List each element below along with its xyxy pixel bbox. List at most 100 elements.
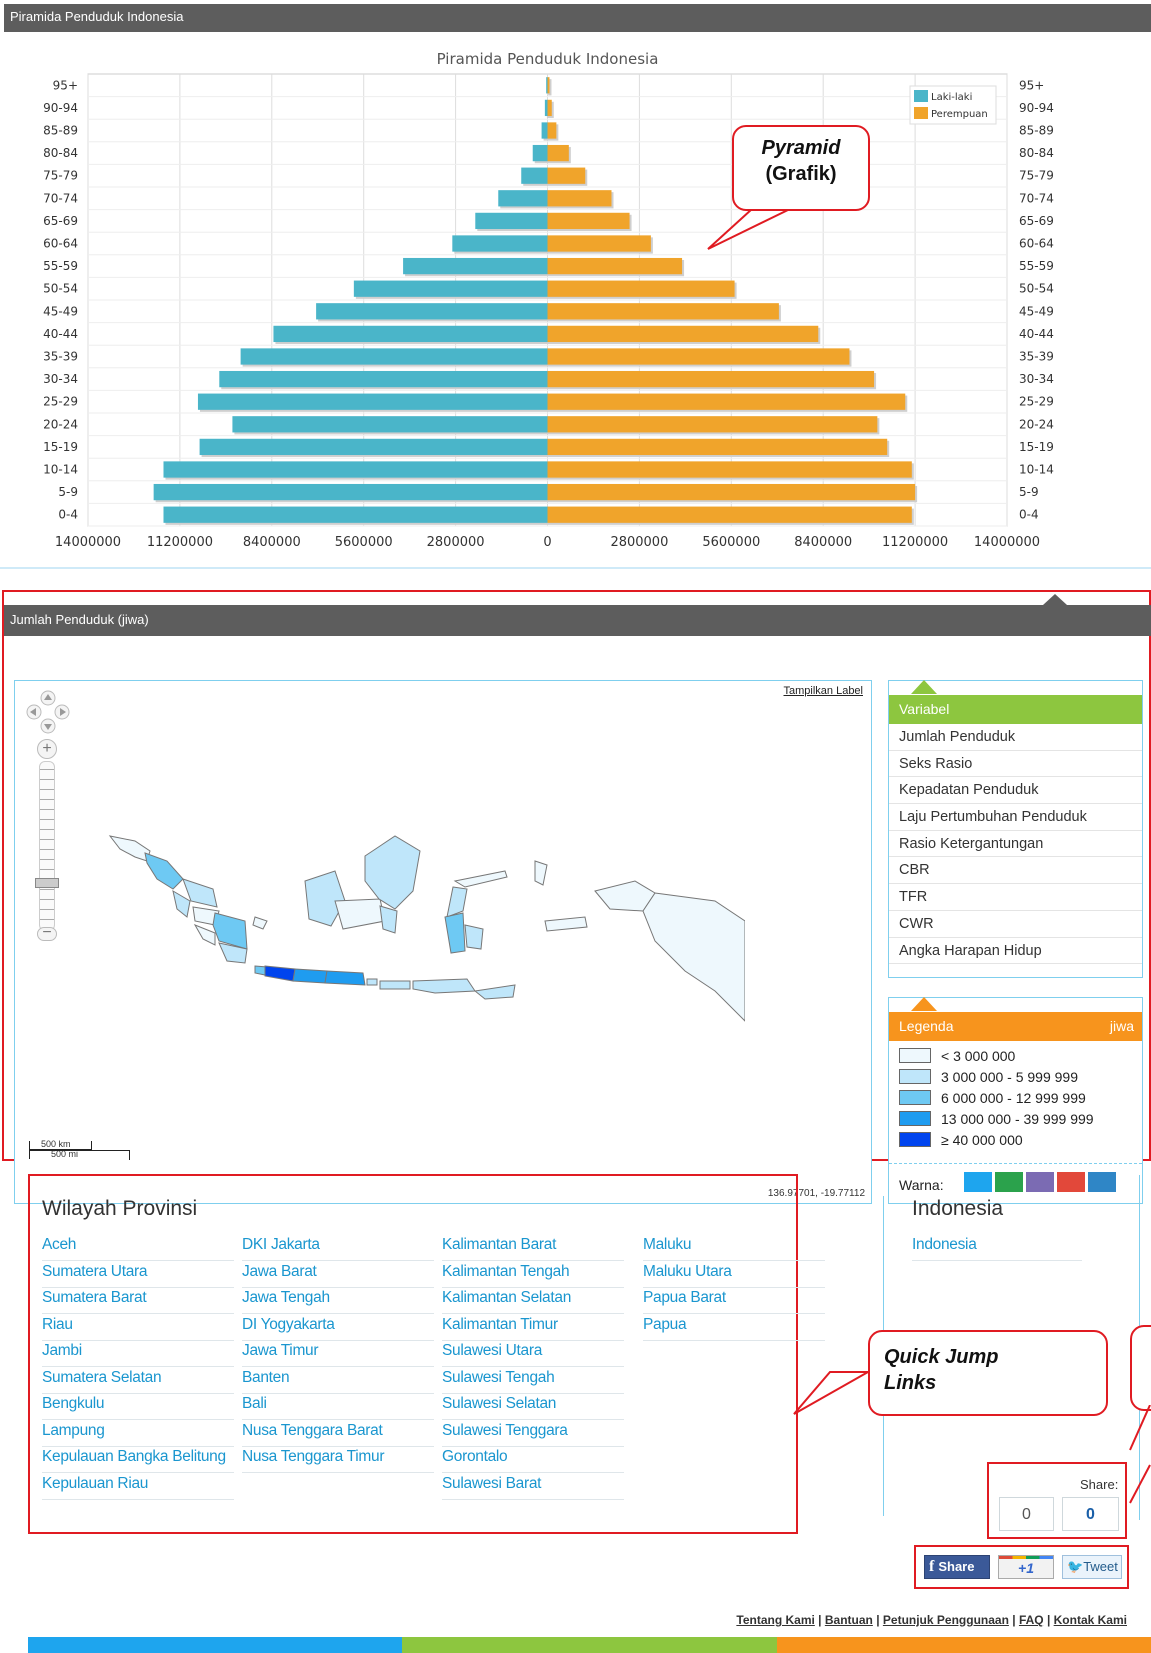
pyramid-callout: Pyramid (Grafik) bbox=[732, 125, 870, 211]
x-tick-label: 11200000 bbox=[882, 535, 948, 550]
province-link[interactable]: Gorontalo bbox=[442, 1445, 624, 1473]
variabel-item[interactable]: CWR bbox=[889, 911, 1142, 938]
color-scheme-swatch[interactable] bbox=[1087, 1172, 1116, 1192]
province-link[interactable]: Kalimantan Timur bbox=[442, 1313, 624, 1341]
bar-laki-laki bbox=[197, 393, 548, 410]
province-link[interactable]: Sulawesi Tenggara bbox=[442, 1419, 624, 1447]
variabel-item[interactable]: CBR bbox=[889, 857, 1142, 885]
region-sulawesi-utara bbox=[453, 870, 508, 888]
province-link[interactable]: Kalimantan Selatan bbox=[442, 1286, 624, 1314]
province-link[interactable]: Bali bbox=[242, 1392, 434, 1420]
region-sulawesi-selatan bbox=[444, 912, 466, 954]
map-viewport[interactable]: + − Tampilkan Label 500 km 500 mi 136.97… bbox=[14, 680, 872, 1204]
province-link[interactable]: Kepulauan Riau bbox=[42, 1472, 234, 1500]
facebook-share-button[interactable]: f Share bbox=[924, 1555, 990, 1579]
province-link[interactable]: DKI Jakarta bbox=[242, 1233, 434, 1261]
province-link[interactable]: Sumatera Barat bbox=[42, 1286, 234, 1314]
zoom-in-button[interactable]: + bbox=[37, 739, 57, 759]
show-labels-link[interactable]: Tampilkan Label bbox=[784, 685, 864, 697]
province-link[interactable]: Lampung bbox=[42, 1419, 234, 1447]
variabel-item[interactable]: Seks Rasio bbox=[889, 751, 1142, 778]
footer-link[interactable]: Kontak Kami bbox=[1054, 1613, 1127, 1627]
province-link[interactable]: Sulawesi Selatan bbox=[442, 1392, 624, 1420]
province-link[interactable]: Kalimantan Barat bbox=[442, 1233, 624, 1261]
variabel-item[interactable]: Laju Pertumbuhan Penduduk bbox=[889, 804, 1142, 831]
color-scheme-swatch[interactable] bbox=[994, 1172, 1023, 1192]
region-sumatera-barat bbox=[172, 889, 191, 918]
province-link[interactable]: Maluku Utara bbox=[643, 1260, 825, 1288]
province-link[interactable]: DI Yogyakarta bbox=[242, 1313, 434, 1341]
province-link[interactable]: Sulawesi Barat bbox=[442, 1472, 624, 1500]
indonesia-choropleth-map[interactable] bbox=[95, 821, 745, 1031]
y-tick-label-left: 0-4 bbox=[58, 508, 78, 522]
province-link[interactable]: Sumatera Utara bbox=[42, 1260, 234, 1288]
bar-laki-laki bbox=[163, 461, 548, 478]
province-link[interactable]: Aceh bbox=[42, 1233, 234, 1261]
color-scheme-swatch[interactable] bbox=[1025, 1172, 1054, 1192]
province-link[interactable]: Sulawesi Tengah bbox=[442, 1366, 624, 1394]
legenda-panel: Legenda jiwa < 3 000 000 3 000 000 - 5 99… bbox=[888, 997, 1143, 1204]
variabel-list: Jumlah Penduduk Seks Rasio Kepadatan Pendu… bbox=[889, 724, 1142, 965]
footer-link[interactable]: Bantuan bbox=[825, 1613, 873, 1627]
province-link[interactable]: Nusa Tenggara Barat bbox=[242, 1419, 434, 1447]
variabel-item[interactable]: Rasio Ketergantungan bbox=[889, 831, 1142, 858]
indonesia-link[interactable]: Indonesia bbox=[912, 1233, 1082, 1261]
bar-laki-laki bbox=[541, 122, 548, 139]
province-link[interactable]: Banten bbox=[242, 1366, 434, 1394]
x-tick-label: 5600000 bbox=[335, 535, 393, 550]
province-link[interactable]: Maluku bbox=[643, 1233, 825, 1261]
province-link[interactable]: Jambi bbox=[42, 1339, 234, 1367]
y-tick-label-right: 25-29 bbox=[1019, 395, 1054, 409]
province-link[interactable]: Sumatera Selatan bbox=[42, 1366, 234, 1394]
pan-control[interactable] bbox=[25, 689, 71, 735]
color-scheme-swatch[interactable] bbox=[963, 1172, 992, 1192]
legend-label: Laki-laki bbox=[931, 92, 972, 103]
variabel-item[interactable]: Jumlah Penduduk bbox=[889, 724, 1142, 751]
province-link[interactable]: Jawa Tengah bbox=[242, 1286, 434, 1314]
y-tick-label-left: 45-49 bbox=[43, 304, 78, 318]
collapse-caret-icon[interactable] bbox=[1043, 594, 1067, 605]
legend-label: Perempuan bbox=[931, 109, 988, 120]
twitter-bird-icon: 🐦 bbox=[1067, 1559, 1084, 1574]
y-tick-label-left: 50-54 bbox=[43, 282, 78, 296]
zoom-slider-track[interactable] bbox=[39, 761, 55, 931]
bar-laki-laki bbox=[316, 303, 548, 320]
x-tick-label: 5600000 bbox=[702, 535, 760, 550]
province-link[interactable]: Kepulauan Bangka Belitung bbox=[42, 1445, 234, 1473]
y-tick-label-left: 90-94 bbox=[43, 101, 78, 115]
gplus-button[interactable]: +1 bbox=[998, 1555, 1054, 1579]
legend-label: < 3 000 000 bbox=[941, 1047, 1016, 1064]
footer-link[interactable]: FAQ bbox=[1019, 1613, 1044, 1627]
y-tick-label-right: 70-74 bbox=[1019, 191, 1054, 205]
map-scale-bar: 500 km 500 mi bbox=[29, 1139, 139, 1161]
variabel-item[interactable]: TFR bbox=[889, 884, 1142, 911]
footer-link[interactable]: Tentang Kami bbox=[736, 1613, 814, 1627]
province-link[interactable]: Jawa Barat bbox=[242, 1260, 434, 1288]
bar-perempuan bbox=[547, 144, 569, 162]
bar-laki-laki bbox=[240, 348, 548, 365]
variabel-item[interactable]: Kepadatan Penduduk bbox=[889, 777, 1142, 805]
zoom-out-button[interactable]: − bbox=[37, 925, 57, 941]
province-link[interactable]: Sulawesi Utara bbox=[442, 1339, 624, 1367]
province-link[interactable]: Jawa Timur bbox=[242, 1339, 434, 1367]
province-link[interactable]: Kalimantan Tengah bbox=[442, 1260, 624, 1288]
legend-label: 6 000 000 - 12 999 999 bbox=[941, 1089, 1086, 1106]
bar-laki-laki bbox=[273, 325, 548, 343]
province-link[interactable]: Papua bbox=[643, 1313, 825, 1341]
province-link[interactable]: Bengkulu bbox=[42, 1392, 234, 1420]
bar-laki-laki bbox=[532, 144, 548, 162]
variabel-item[interactable]: Angka Harapan Hidup bbox=[889, 938, 1142, 965]
color-scheme-selector bbox=[963, 1172, 1119, 1197]
province-link[interactable]: Nusa Tenggara Timur bbox=[242, 1445, 434, 1473]
y-tick-label-right: 85-89 bbox=[1019, 124, 1054, 138]
province-link[interactable]: Papua Barat bbox=[643, 1286, 825, 1314]
province-link[interactable]: Riau bbox=[42, 1313, 234, 1341]
legend-row: 3 000 000 - 5 999 999 bbox=[889, 1066, 1142, 1087]
tweet-button[interactable]: 🐦Tweet bbox=[1062, 1555, 1122, 1579]
zoom-slider-handle[interactable] bbox=[35, 878, 59, 888]
color-scheme-swatch[interactable] bbox=[1056, 1172, 1085, 1192]
bar-perempuan bbox=[547, 461, 912, 478]
pyramid-callout-line1: Pyramid bbox=[761, 137, 841, 159]
variabel-caret bbox=[911, 680, 937, 694]
footer-link[interactable]: Petunjuk Penggunaan bbox=[883, 1613, 1009, 1627]
